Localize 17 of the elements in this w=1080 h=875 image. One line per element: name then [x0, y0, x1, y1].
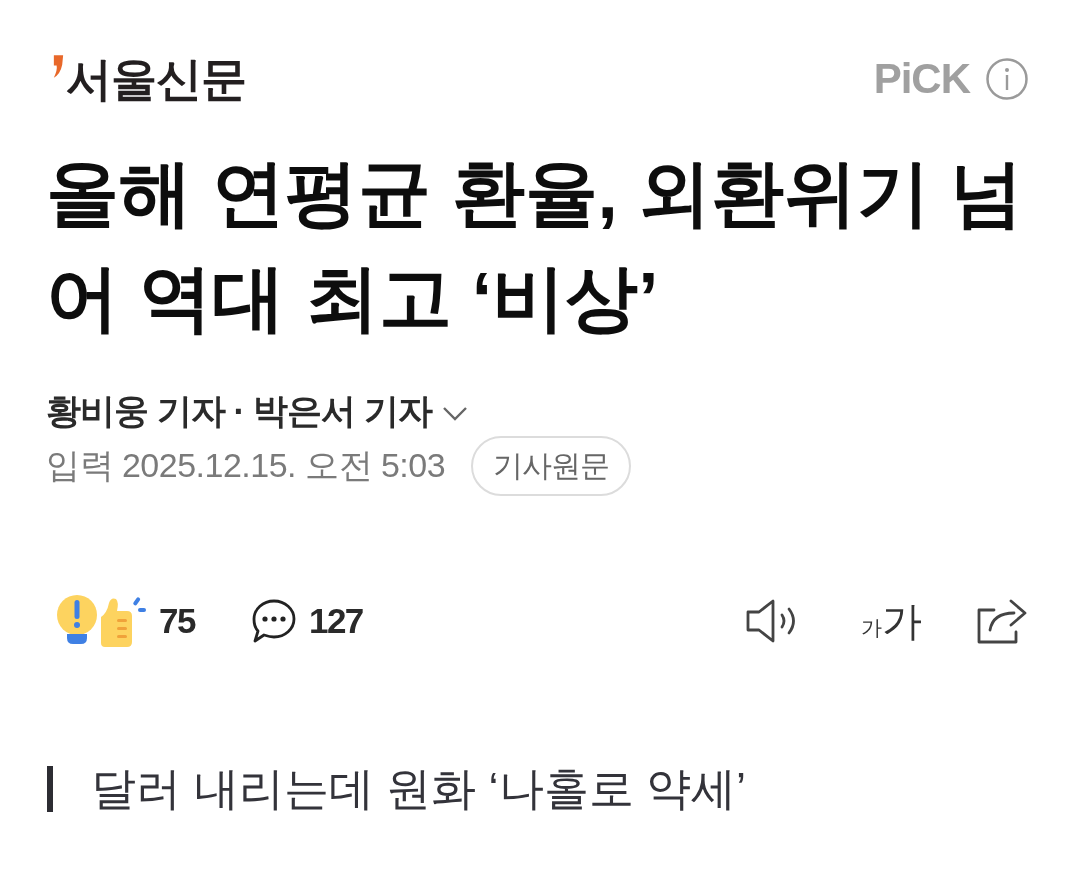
article-headline: 올해 연평균 환율, 외환위기 넘어 역대 최고 ‘비상’: [46, 151, 1025, 340]
reaction-icon[interactable]: [55, 593, 147, 649]
font-size-button[interactable]: 가가: [861, 601, 922, 641]
chevron-down-icon[interactable]: [441, 406, 468, 422]
publish-date: 입력 2025.12.15. 오전 5:03: [46, 445, 446, 486]
subtitle-bar: [47, 766, 53, 812]
reaction-count: 75: [159, 601, 195, 641]
reporter-byline[interactable]: 황비웅 기자 · 박은서 기자: [46, 387, 432, 435]
comment-icon[interactable]: [250, 598, 297, 644]
share-icon[interactable]: [976, 598, 1028, 644]
original-article-button[interactable]: 기사원문: [471, 436, 632, 496]
pick-label: PiCK: [873, 55, 970, 103]
info-icon[interactable]: [986, 58, 1028, 100]
comment-count: 127: [308, 601, 363, 641]
publisher-logo[interactable]: 서울신문: [66, 51, 246, 107]
logo-mark-icon: [52, 55, 65, 78]
article-subtitle: 달러 내리는데 원화 ‘나홀로 약세’: [91, 762, 746, 816]
